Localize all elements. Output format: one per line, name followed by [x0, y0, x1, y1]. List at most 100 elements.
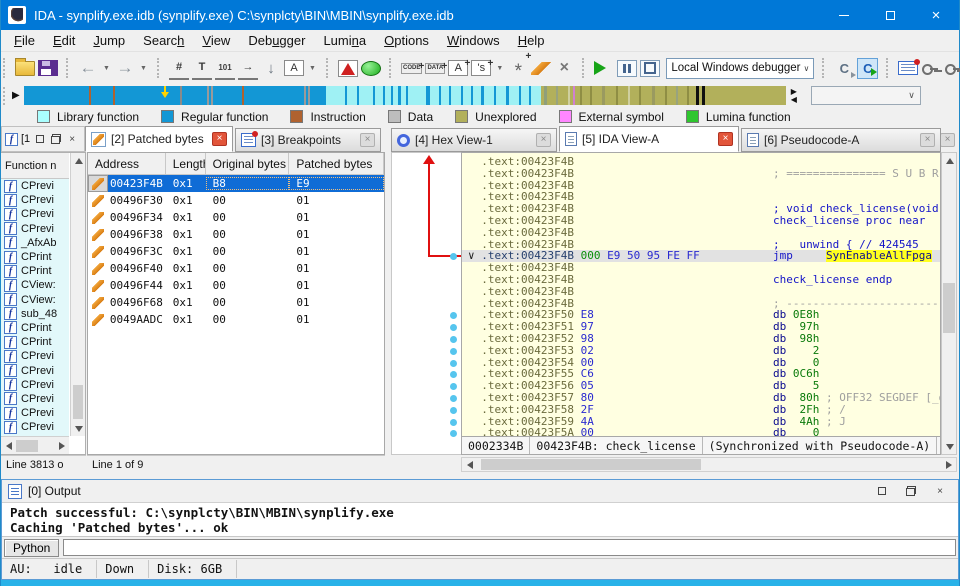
toolbar-grip[interactable] [326, 58, 331, 78]
functions-vertical-scrollbar[interactable] [70, 153, 85, 436]
navigate-forward-icon[interactable]: → [115, 56, 135, 80]
scroll-left-icon[interactable] [1, 438, 16, 453]
toolbar-grip[interactable] [822, 58, 827, 78]
table-row[interactable]: 00496F440x10001 [88, 277, 384, 294]
disassembly-line[interactable]: .text:00423F4B [468, 180, 940, 192]
close-tab-button[interactable]: × [920, 133, 935, 147]
function-list-item[interactable]: fCPrint [1, 250, 69, 264]
function-list-item[interactable]: fCPrevi [1, 406, 69, 420]
menu-edit[interactable]: Edit [44, 30, 84, 51]
disassembly-line[interactable]: .text:00423F59 4Adb 4Ah ; J [468, 416, 940, 428]
disassembly-line[interactable]: .text:00423F55 C6db 0C6h [468, 368, 940, 380]
menu-help[interactable]: Help [509, 30, 554, 51]
close-tab-button[interactable]: × [360, 133, 375, 147]
search-again-icon[interactable]: → [238, 56, 258, 80]
disassembly-line[interactable]: .text:00423F57 80db 80h ; OFF32 SEGDEF [… [468, 392, 940, 404]
menu-search[interactable]: Search [134, 30, 193, 51]
scroll-thumb[interactable] [73, 385, 83, 419]
disassembly-line[interactable]: .text:00423F4B; =============== S U B R … [468, 168, 940, 180]
tab--2-patched-bytes[interactable]: [2] Patched bytes× [85, 126, 233, 152]
menu-options[interactable]: Options [375, 30, 438, 51]
disassembly-line[interactable]: .text:00423F54 00db 0 [468, 357, 940, 369]
disassembly-vertical-scrollbar[interactable] [941, 152, 957, 455]
close-tab-button[interactable]: × [212, 132, 227, 146]
python-selector-button[interactable]: Python [4, 539, 59, 557]
table-row[interactable]: 00496F300x10001 [88, 192, 384, 209]
output-float-button[interactable] [905, 485, 917, 497]
close-button[interactable]: × [913, 0, 959, 30]
disassembly-line[interactable]: .text:00423F4B [468, 156, 940, 168]
output-log[interactable]: Patch successful: C:\synplcty\BIN\MBIN\s… [2, 503, 958, 537]
highlight-dropdown[interactable]: ▼ [307, 56, 318, 80]
scroll-right-icon[interactable] [941, 457, 956, 472]
functions-close-button[interactable]: × [66, 133, 78, 145]
disassembly-line[interactable]: .text:00423F4B; __unwind { // 424545 [468, 239, 940, 251]
menu-jump[interactable]: Jump [84, 30, 134, 51]
debugger-pause-icon[interactable] [617, 60, 637, 77]
function-list-item[interactable]: f_AfxAb [1, 236, 69, 250]
function-list-item[interactable]: fCView: [1, 278, 69, 292]
maximize-button[interactable] [867, 0, 913, 30]
navband-left-button[interactable]: ▶ [8, 90, 24, 101]
toolbar-grip[interactable] [157, 58, 162, 78]
create-string-icon[interactable]: 's [471, 60, 491, 76]
highlight-name-icon[interactable]: A [284, 60, 304, 76]
disassembly-line[interactable]: .text:00423F52 98db 98h [468, 333, 940, 345]
navigate-back-dropdown[interactable]: ▼ [101, 56, 112, 80]
save-file-icon[interactable] [38, 60, 58, 76]
disassembly-line[interactable]: .text:00423F4B; ------------------------… [468, 298, 940, 310]
lumina-status-icon[interactable] [361, 61, 381, 76]
create-name-icon[interactable]: A [448, 60, 468, 76]
function-list-item[interactable]: fCPrevi [1, 420, 69, 434]
tab--4-hex-view-1[interactable]: [4] Hex View-1× [391, 128, 557, 152]
disassembly-line[interactable]: .text:00423F50 E8db 0E8h [468, 309, 940, 321]
key-delete-icon[interactable] [944, 60, 960, 76]
function-list-item[interactable]: fCPrint [1, 264, 69, 278]
table-row[interactable]: 00496F680x10001 [88, 294, 384, 311]
scroll-thumb[interactable] [16, 440, 38, 452]
menu-file[interactable]: File [5, 30, 44, 51]
disassembly-line[interactable]: .text:00423F51 97db 97h [468, 321, 940, 333]
disassembly-line[interactable]: ∨ .text:00423F4B 000 E9 50 95 FE FFjmp S… [462, 250, 940, 262]
table-row[interactable]: 00423F4B0x1B8E9 [88, 175, 384, 192]
create-struct-icon[interactable]: * [508, 56, 528, 80]
scroll-up-icon[interactable] [71, 153, 86, 168]
disassembly-line[interactable]: .text:00423F4Bcheck_license proc near [468, 215, 940, 227]
scroll-up-icon[interactable] [942, 153, 957, 168]
navband-left-button-2[interactable]: ◀ [789, 96, 799, 104]
debugger-stop-icon[interactable] [640, 60, 660, 77]
column-header-original-bytes[interactable]: Original bytes [206, 153, 290, 174]
create-data-icon[interactable]: DATA [425, 63, 445, 74]
menu-windows[interactable]: Windows [438, 30, 509, 51]
minimize-button[interactable] [821, 0, 867, 30]
delete-function-icon[interactable]: × [554, 56, 574, 80]
disassembly-line[interactable]: .text:00423F4B [468, 286, 940, 298]
output-close-button[interactable]: × [934, 485, 946, 497]
function-list-item[interactable]: fCPrevi [1, 222, 69, 236]
scroll-thumb[interactable] [943, 283, 955, 333]
disassembly-line[interactable]: .text:00423F4B [468, 191, 940, 203]
navigate-back-icon[interactable]: ← [78, 56, 98, 80]
menu-debugger[interactable]: Debugger [239, 30, 314, 51]
create-code-icon[interactable]: CODE [401, 63, 422, 74]
table-row[interactable]: 0049AADC0x10001 [88, 311, 384, 328]
scroll-thumb[interactable] [481, 459, 701, 470]
function-list-item[interactable]: fCPrevi [1, 179, 69, 193]
function-list-item[interactable]: fCPrevi [1, 363, 69, 377]
functions-float-button[interactable] [50, 133, 62, 145]
search-binary-icon[interactable]: 101 [215, 56, 235, 80]
create-more-dropdown[interactable]: ▼ [494, 56, 505, 80]
scroll-left-icon[interactable] [462, 457, 477, 472]
toolbar-grip[interactable] [582, 58, 587, 78]
table-row[interactable]: 00496F400x10001 [88, 260, 384, 277]
search-text-icon[interactable]: T [192, 56, 212, 80]
output-titlebar[interactable]: [0] Output × [2, 480, 958, 503]
scroll-down-icon[interactable] [71, 421, 86, 436]
function-list-item[interactable]: fCPrevi [1, 349, 69, 363]
search-address-icon[interactable]: # [169, 56, 189, 80]
tab--6-pseudocode-a[interactable]: [6] Pseudocode-A× [741, 128, 941, 152]
disassembly-line[interactable]: .text:00423F53 02db 2 [468, 345, 940, 357]
edit-function-icon[interactable] [531, 62, 551, 75]
disassembly-view[interactable]: .text:00423F4B .text:00423F4B; =========… [461, 152, 941, 437]
scroll-down-icon[interactable] [942, 439, 957, 454]
